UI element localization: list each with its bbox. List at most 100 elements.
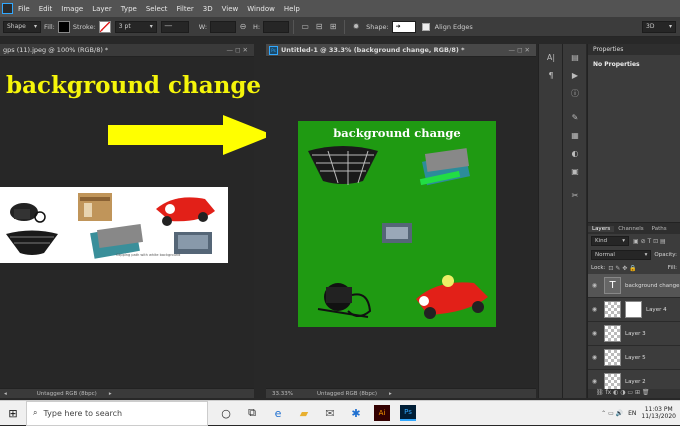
- divider: [344, 19, 346, 34]
- blend-mode-value: Normal: [595, 252, 615, 258]
- kind-filter-dropdown[interactable]: Kind ▾: [591, 236, 629, 246]
- tab-layers[interactable]: Layers: [588, 225, 615, 232]
- status-arrow-icon[interactable]: ▸: [109, 391, 112, 397]
- workspace-dropdown[interactable]: 3D ▾: [642, 21, 676, 33]
- document-tab-2-title: Untitled-1 @ 33.3% (background change, R…: [281, 46, 465, 54]
- photoshop-taskbar-icon[interactable]: Ps: [400, 405, 416, 421]
- mail-icon[interactable]: ✉: [322, 405, 338, 421]
- lock-label: Lock:: [591, 265, 606, 271]
- fill-label: Fill:: [667, 265, 677, 271]
- info-icon[interactable]: ⓘ: [563, 84, 587, 102]
- tab-channels[interactable]: Channels: [614, 226, 647, 232]
- green-canvas: background change: [298, 121, 496, 327]
- document-tab-1[interactable]: gps (11).jpeg @ 100% (RGB/8) * — ◻ ✕: [0, 44, 254, 57]
- menu-3d[interactable]: 3D: [203, 5, 213, 13]
- paragraph-panel-icon[interactable]: ¶: [539, 66, 563, 84]
- properties-panel: Properties No Properties: [587, 44, 680, 222]
- brush-icon[interactable]: ✎: [563, 108, 587, 126]
- menu-layer[interactable]: Layer: [92, 5, 112, 13]
- stroke-swatch[interactable]: [98, 20, 111, 33]
- status-arrow-icon[interactable]: ▸: [389, 391, 392, 397]
- taskbar-search[interactable]: ⌕ Type here to search: [26, 400, 208, 426]
- file-explorer-icon[interactable]: ▰: [296, 405, 312, 421]
- layer-row-5[interactable]: ◉ Layer 5: [588, 346, 680, 370]
- stroke-type-dropdown[interactable]: ──: [160, 20, 189, 33]
- eye-icon[interactable]: ◉: [588, 282, 601, 289]
- eye-icon[interactable]: ◉: [588, 330, 601, 337]
- menu-type[interactable]: Type: [121, 5, 137, 13]
- properties-tab[interactable]: Properties: [588, 44, 680, 55]
- edge-icon[interactable]: e: [270, 405, 286, 421]
- char-panel-icon[interactable]: A|: [539, 48, 563, 66]
- chevron-down-icon: ▾: [644, 252, 648, 258]
- photo-caption: Clipping path with white background: [116, 253, 181, 257]
- menu-edit[interactable]: Edit: [39, 5, 53, 13]
- status-profile-1: Untagged RGB (8bpc): [36, 390, 97, 397]
- stroke-label: Stroke:: [72, 22, 96, 31]
- align-edges-checkbox[interactable]: [421, 22, 430, 31]
- workspace-value: 3D: [646, 23, 655, 30]
- windows-start-icon[interactable]: ⊞: [5, 405, 21, 421]
- menu-window[interactable]: Window: [247, 5, 275, 13]
- styles-icon[interactable]: ▣: [563, 162, 587, 180]
- blend-row: Normal ▾ Opacity:: [588, 248, 680, 262]
- product-collage-image: [6, 193, 215, 259]
- path-operations-icon[interactable]: ▭: [298, 22, 312, 31]
- path-alignment-icon[interactable]: ⊟: [312, 22, 326, 31]
- big-yellow-arrow: [108, 115, 273, 155]
- adjustments-icon[interactable]: ◐: [563, 144, 587, 162]
- eye-icon[interactable]: ◉: [588, 306, 601, 313]
- actions-play-icon[interactable]: ▶: [563, 66, 587, 84]
- layer-row-4[interactable]: ◉ Layer 4: [588, 298, 680, 322]
- text-layer-icon: T: [604, 277, 621, 294]
- task-view-icon[interactable]: ⧉: [244, 405, 260, 421]
- status-arrow-icon[interactable]: ◂: [4, 391, 7, 397]
- h-label: H:: [253, 22, 261, 31]
- zoom-level[interactable]: 33.33%: [272, 391, 293, 397]
- width-field[interactable]: [210, 20, 237, 33]
- menu-help[interactable]: Help: [284, 5, 300, 13]
- tools-icon[interactable]: ✂: [563, 186, 587, 204]
- tray-icons[interactable]: ⌃ ▭ 🔊: [601, 410, 623, 417]
- blend-mode-dropdown[interactable]: Normal ▾: [591, 250, 652, 260]
- shape-mode-value: Shape: [7, 22, 26, 30]
- menu-select[interactable]: Select: [146, 5, 168, 13]
- layer-row-text[interactable]: ◉ T background change: [588, 274, 680, 298]
- gear-icon[interactable]: ✹: [349, 22, 363, 31]
- clock-time: 11:03 PM: [644, 406, 673, 413]
- bluetooth-icon[interactable]: ✱: [348, 405, 364, 421]
- menu-file[interactable]: File: [18, 5, 30, 13]
- kind-filter-value: Kind: [595, 238, 608, 244]
- document-tab-1-title: gps (11).jpeg @ 100% (RGB/8) *: [3, 46, 109, 54]
- cortana-icon[interactable]: ○: [218, 405, 234, 421]
- window-controls-icon[interactable]: — ◻ ✕: [509, 46, 530, 54]
- layer-thumbnail: [604, 301, 621, 318]
- layer-row-3[interactable]: ◉ Layer 3: [588, 322, 680, 346]
- document-tab-2[interactable]: Ps Untitled-1 @ 33.3% (background change…: [266, 44, 536, 57]
- shape-picker[interactable]: ➜: [391, 20, 416, 33]
- lock-icons[interactable]: ⊡ ✎ ✥ 🔒: [608, 265, 636, 272]
- window-controls-icon[interactable]: — ◻ ✕: [227, 46, 248, 54]
- stroke-width-field[interactable]: 3 pt ▾: [114, 20, 157, 33]
- eye-icon[interactable]: ◉: [588, 354, 601, 361]
- menu-filter[interactable]: Filter: [176, 5, 193, 13]
- eye-icon[interactable]: ◉: [588, 378, 601, 385]
- filter-icons[interactable]: ▣ ⊘ T ⊡ ▤: [633, 238, 666, 245]
- height-field[interactable]: [263, 20, 290, 33]
- history-icon[interactable]: ▤: [563, 48, 587, 66]
- language-indicator[interactable]: EN: [628, 410, 636, 417]
- illustrator-icon[interactable]: Ai: [374, 405, 390, 421]
- shape-mode-dropdown[interactable]: Shape ▾: [3, 20, 41, 33]
- line-style-icon: ──: [164, 22, 173, 30]
- layers-footer-icons[interactable]: ⛓ fx ◐ ◑ ▭ ⊞ 🗑: [588, 389, 680, 398]
- product-photo: Clipping path with white background: [0, 187, 228, 263]
- path-arrangement-icon[interactable]: ⊞: [326, 22, 340, 31]
- menu-view[interactable]: View: [222, 5, 239, 13]
- tab-paths[interactable]: Paths: [648, 226, 671, 232]
- link-icon[interactable]: ⊖: [236, 22, 250, 31]
- layers-panel: Layers Channels Paths Kind ▾ ▣ ⊘ T ⊡ ▤ No…: [587, 222, 680, 398]
- swatches-icon[interactable]: ▦: [563, 126, 587, 144]
- clock[interactable]: 11:03 PM 11/13/2020: [641, 406, 676, 420]
- menu-image[interactable]: Image: [61, 5, 83, 13]
- fill-swatch[interactable]: [57, 20, 70, 33]
